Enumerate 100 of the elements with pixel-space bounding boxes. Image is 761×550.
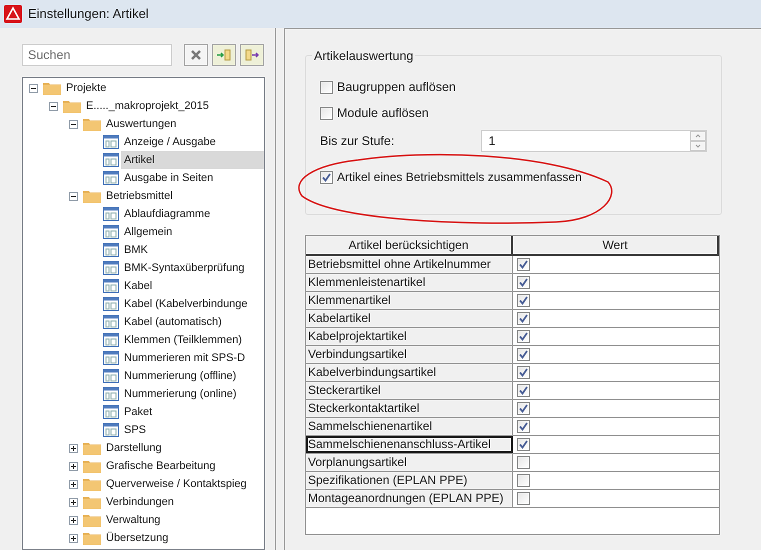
tree-item[interactable]: Nummerieren mit SPS-D <box>121 349 248 367</box>
folder-icon <box>83 459 101 473</box>
tree-item[interactable]: E....._makroprojekt_2015 <box>83 97 212 115</box>
expand-icon[interactable] <box>69 516 78 524</box>
table-cell[interactable]: Kabelprojektartikel <box>306 328 513 345</box>
collapse-icon[interactable] <box>69 192 78 200</box>
table-cell[interactable]: Montageanordnungen (EPLAN PPE) <box>306 490 513 507</box>
table-cell[interactable]: Kabelartikel <box>306 310 513 327</box>
tree-item[interactable]: Betriebsmittel <box>103 187 176 205</box>
spin-field[interactable]: 1 <box>481 130 707 152</box>
form-icon <box>103 315 119 329</box>
checkbox[interactable] <box>517 420 530 433</box>
tree-item[interactable]: Anzeige / Ausgabe <box>121 133 219 151</box>
collapse-icon[interactable] <box>69 120 78 128</box>
folder-icon <box>43 81 61 95</box>
table-cell[interactable]: Sammelschienenanschluss-Artikel <box>306 436 513 453</box>
tree-item[interactable]: Paket <box>121 403 156 421</box>
checkbox[interactable] <box>320 170 333 184</box>
tree-item[interactable]: Übersetzung <box>103 529 172 547</box>
form-icon <box>103 279 119 293</box>
table-cell[interactable]: Betriebsmittel ohne Artikelnummer <box>306 256 513 273</box>
tree-item[interactable]: BMK <box>121 241 151 259</box>
table-cell[interactable]: Klemmenartikel <box>306 292 513 309</box>
table-cell[interactable]: Kabelverbindungsartikel <box>306 364 513 381</box>
form-icon <box>103 423 119 437</box>
window-title: Einstellungen: Artikel <box>28 5 149 24</box>
form-icon <box>103 369 119 383</box>
checkbox[interactable] <box>517 348 530 361</box>
search-field[interactable]: Suchen <box>22 44 172 66</box>
checkbox[interactable] <box>517 474 530 487</box>
checkbox[interactable] <box>517 456 530 469</box>
tree-item[interactable]: Auswertungen <box>103 115 180 133</box>
collapse-all-button[interactable] <box>240 44 264 66</box>
tree-item[interactable]: Darstellung <box>103 439 165 457</box>
checkbox[interactable] <box>517 438 530 451</box>
tree-item[interactable]: SPS <box>121 421 150 439</box>
folder-icon <box>83 531 101 545</box>
checkbox[interactable] <box>517 492 530 505</box>
form-icon <box>103 225 119 239</box>
tree-item[interactable]: Verbindungen <box>103 493 177 511</box>
tree-item[interactable]: Querverweise / Kontaktspieg <box>103 475 250 493</box>
tree-item[interactable]: Nummerierung (offline) <box>121 367 240 385</box>
table-cell[interactable]: Steckerkontaktartikel <box>306 400 513 417</box>
expand-icon[interactable] <box>69 462 78 470</box>
form-icon <box>103 261 119 275</box>
column-header[interactable]: Wert <box>513 236 719 254</box>
column-header[interactable]: Artikel berücksichtigen <box>306 236 513 254</box>
tree-item[interactable]: Kabel (Kabelverbindunge <box>121 295 251 313</box>
form-icon <box>103 297 119 311</box>
table-cell[interactable]: Spezifikationen (EPLAN PPE) <box>306 472 513 489</box>
table-cell[interactable]: Steckerartikel <box>306 382 513 399</box>
form-icon <box>103 207 119 221</box>
table-cell[interactable]: Klemmenleistenartikel <box>306 274 513 291</box>
table-cell[interactable]: Verbindungsartikel <box>306 346 513 363</box>
expand-icon[interactable] <box>69 498 78 506</box>
expand-icon[interactable] <box>69 480 78 488</box>
collapse-icon[interactable] <box>29 84 38 92</box>
checkbox[interactable] <box>320 106 333 120</box>
field-label: Bis zur Stufe: <box>320 132 396 150</box>
checkbox[interactable] <box>517 258 530 271</box>
checkbox[interactable] <box>517 402 530 415</box>
tree-item[interactable]: Verwaltung <box>103 511 164 529</box>
folder-icon <box>83 117 101 131</box>
tree-item[interactable]: Kabel (automatisch) <box>121 313 225 331</box>
tree-item[interactable]: Artikel <box>121 151 264 169</box>
tree-item[interactable]: Allgemein <box>121 223 176 241</box>
warning-logo-icon <box>4 5 22 23</box>
form-icon <box>103 243 119 257</box>
checkmark-icon <box>322 172 331 182</box>
checkbox[interactable] <box>517 366 530 379</box>
tree-item[interactable]: BMK-Syntaxüberprüfung <box>121 259 248 277</box>
table-cell[interactable]: Sammelschienenartikel <box>306 418 513 435</box>
expand-icon[interactable] <box>69 534 78 542</box>
arrow-out-of-list-icon <box>245 49 259 61</box>
expand-icon[interactable] <box>69 444 78 452</box>
checkbox[interactable] <box>517 330 530 343</box>
collapse-icon[interactable] <box>49 102 58 110</box>
clear-button[interactable] <box>184 44 208 66</box>
tree-item[interactable]: Grafische Bearbeitung <box>103 457 218 475</box>
form-icon <box>103 153 119 167</box>
folder-icon <box>63 99 81 113</box>
tree-item[interactable]: Klemmen (Teilklemmen) <box>121 331 245 349</box>
form-icon <box>103 135 119 149</box>
folder-icon <box>83 513 101 527</box>
tree-item[interactable]: Projekte <box>63 79 110 97</box>
form-icon <box>103 387 119 401</box>
folder-icon <box>83 495 101 509</box>
tree-item[interactable]: Ausgabe in Seiten <box>121 169 216 187</box>
checkbox[interactable] <box>517 276 530 289</box>
tree-item[interactable]: Ablaufdiagramme <box>121 205 214 223</box>
checkbox[interactable] <box>517 312 530 325</box>
checkbox[interactable] <box>517 294 530 307</box>
option-label: Baugruppen auflösen <box>337 78 456 96</box>
checkbox[interactable] <box>320 80 333 94</box>
expand-all-button[interactable] <box>212 44 236 66</box>
tree-item[interactable]: Nummerierung (online) <box>121 385 240 403</box>
form-icon <box>103 171 119 185</box>
table-cell[interactable]: Vorplanungsartikel <box>306 454 513 471</box>
tree-item[interactable]: Kabel <box>121 277 156 295</box>
checkbox[interactable] <box>517 384 530 397</box>
